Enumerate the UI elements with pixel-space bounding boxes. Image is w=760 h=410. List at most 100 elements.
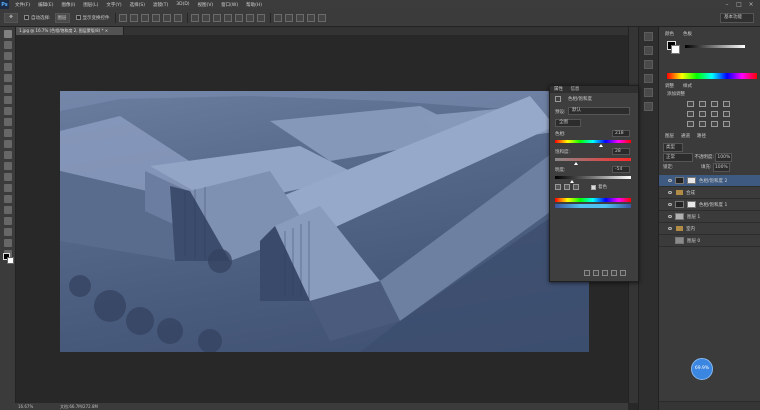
minimize-icon[interactable]: – (722, 0, 732, 9)
align-top-icon[interactable] (118, 13, 127, 22)
saturation-slider[interactable] (555, 158, 631, 161)
curves-icon[interactable] (711, 101, 718, 107)
saturation-input[interactable]: 28 (612, 148, 630, 155)
tab-info[interactable]: 信息 (570, 87, 579, 92)
progress-badge[interactable]: 69.9% (691, 358, 713, 380)
tab-swatches[interactable]: 色板 (683, 31, 692, 38)
brush-tool-icon[interactable] (3, 107, 12, 115)
layer-row[interactable]: 图层 1 (659, 211, 760, 223)
visibility-eye-icon[interactable] (668, 191, 672, 194)
align-bottom-icon[interactable] (140, 13, 149, 22)
visibility-eye-icon[interactable] (668, 227, 672, 230)
tab-paths[interactable]: 路径 (697, 133, 706, 140)
menu-3d[interactable]: 3D(D) (176, 2, 189, 7)
channel-dropdown[interactable]: 全图 (555, 119, 581, 127)
path-select-tool-icon[interactable] (3, 206, 12, 214)
preset-dropdown[interactable]: 默认 (568, 107, 630, 115)
menu-view[interactable]: 视图(V) (198, 2, 214, 8)
layer-row[interactable]: 合成 (659, 187, 760, 199)
background-swatch[interactable] (671, 45, 680, 54)
menu-filter[interactable]: 滤镜(T) (153, 2, 168, 8)
visibility-icon[interactable] (611, 270, 617, 276)
properties-header[interactable]: 属性 信息 (550, 86, 638, 93)
blur-tool-icon[interactable] (3, 162, 12, 170)
tab-channels[interactable]: 通道 (681, 133, 690, 140)
layer-row[interactable]: 室内 (659, 223, 760, 235)
menu-edit[interactable]: 编辑(E) (38, 2, 53, 8)
eyedropper-tool-icon[interactable] (3, 85, 12, 93)
gray-slider[interactable] (685, 45, 745, 48)
vibrance-icon[interactable] (687, 111, 694, 117)
menu-type[interactable]: 文字(Y) (106, 2, 121, 8)
hand-tool-icon[interactable] (3, 228, 12, 236)
history-icon[interactable] (644, 32, 653, 41)
menu-file[interactable]: 文件(F) (15, 2, 30, 8)
black-white-icon[interactable] (723, 111, 730, 117)
document-image[interactable] (60, 91, 589, 352)
hue-saturation-icon[interactable] (699, 111, 706, 117)
paragraph-icon[interactable] (644, 102, 653, 111)
quick-select-tool-icon[interactable] (3, 63, 12, 71)
dodge-tool-icon[interactable] (3, 173, 12, 181)
zoom-tool-icon[interactable] (3, 239, 12, 247)
lightness-slider-thumb[interactable] (570, 180, 575, 183)
distribute-bottom-icon[interactable] (212, 13, 221, 22)
levels-icon[interactable] (699, 101, 706, 107)
distribute-middle-icon[interactable] (201, 13, 210, 22)
layer-row[interactable]: 图层 0 (659, 235, 760, 247)
distribute-center-icon[interactable] (234, 13, 243, 22)
hue-slider-thumb[interactable] (599, 144, 604, 147)
visibility-eye-icon[interactable] (668, 179, 672, 182)
align-left-icon[interactable] (151, 13, 160, 22)
exposure-icon[interactable] (723, 101, 730, 107)
history-brush-tool-icon[interactable] (3, 129, 12, 137)
properties-icon[interactable] (644, 60, 653, 69)
filter-kind-dropdown[interactable]: 类型 (663, 143, 683, 152)
crop-tool-icon[interactable] (3, 74, 12, 82)
distribute-top-icon[interactable] (190, 13, 199, 22)
auto-align-icon[interactable] (256, 13, 265, 22)
layer-row[interactable]: 色相/饱和度 1 (659, 199, 760, 211)
saturation-slider-thumb[interactable] (574, 162, 579, 165)
align-right-icon[interactable] (173, 13, 182, 22)
clone-stamp-tool-icon[interactable] (3, 118, 12, 126)
auto-select-dropdown[interactable]: 图层 (54, 12, 70, 23)
color-spectrum[interactable] (667, 73, 757, 79)
tab-color[interactable]: 颜色 (665, 31, 674, 38)
pen-tool-icon[interactable] (3, 184, 12, 192)
eyedropper-icon[interactable] (555, 184, 561, 190)
blend-mode-dropdown[interactable]: 正常 (663, 153, 693, 162)
tab-properties[interactable]: 属性 (554, 87, 563, 92)
visibility-eye-icon[interactable] (668, 215, 672, 218)
gradient-tool-icon[interactable] (3, 151, 12, 159)
healing-brush-tool-icon[interactable] (3, 96, 12, 104)
menu-window[interactable]: 窗口(W) (221, 2, 238, 8)
3d-roll-icon[interactable] (284, 13, 293, 22)
maximize-icon[interactable]: □ (734, 0, 744, 9)
view-previous-icon[interactable] (593, 270, 599, 276)
clip-to-layer-icon[interactable] (584, 270, 590, 276)
layer-row[interactable]: 色相/饱和度 2 (659, 175, 760, 187)
hue-slider[interactable] (555, 140, 631, 143)
distribute-left-icon[interactable] (223, 13, 232, 22)
colorize-checkbox[interactable] (591, 185, 596, 190)
brightness-icon[interactable] (687, 101, 694, 107)
posterize-icon[interactable] (699, 121, 706, 127)
actions-icon[interactable] (644, 46, 653, 55)
reset-icon[interactable] (602, 270, 608, 276)
info-icon[interactable] (644, 74, 653, 83)
move-tool-preset-icon[interactable]: ✥ (4, 12, 18, 23)
type-tool-icon[interactable] (3, 195, 12, 203)
3d-rotate-icon[interactable] (273, 13, 282, 22)
hue-input[interactable]: 218 (612, 130, 630, 137)
3d-slide-icon[interactable] (306, 13, 315, 22)
lightness-input[interactable]: -54 (612, 166, 630, 173)
workspace-dropdown[interactable]: 基本功能 (720, 13, 754, 23)
gradient-map-icon[interactable] (723, 121, 730, 127)
tab-adjustments[interactable]: 调整 (665, 83, 674, 90)
3d-scale-icon[interactable] (317, 13, 326, 22)
opacity-input[interactable]: 100% (715, 153, 733, 162)
align-middle-icon[interactable] (129, 13, 138, 22)
delete-icon[interactable] (620, 270, 626, 276)
tab-styles[interactable]: 样式 (683, 83, 692, 90)
